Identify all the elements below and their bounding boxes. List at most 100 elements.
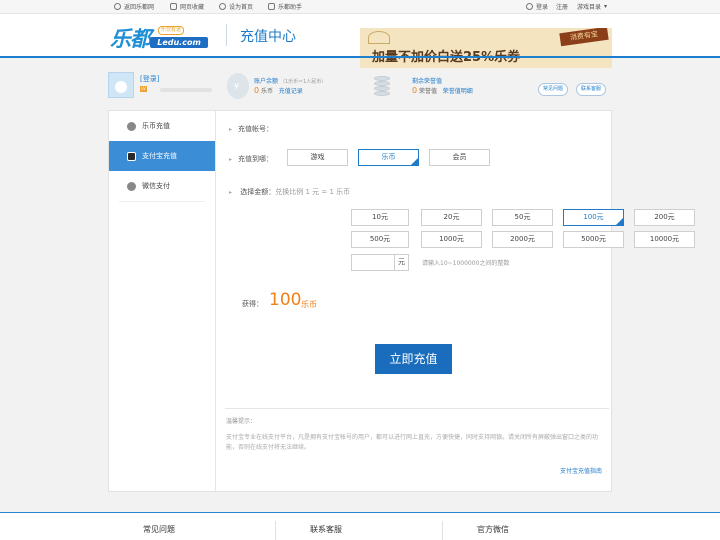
top-login-label: 登录 — [536, 4, 549, 11]
amount-option[interactable]: 5000元 — [563, 231, 624, 248]
honor-title: 剩余荣誉值 — [412, 78, 443, 85]
amount-option[interactable]: 500元 — [351, 231, 409, 248]
amount-option[interactable]: 20元 — [421, 209, 482, 226]
sidebar-item-label: 乐币充值 — [142, 122, 170, 130]
chevron-down-icon: ▾ — [604, 3, 608, 10]
amount-option[interactable]: 200元 — [634, 209, 695, 226]
balance-value: 0 — [254, 86, 260, 95]
sidebar-divider — [119, 201, 205, 202]
ledu-logo[interactable]: 乐都 乐饮有道 Ledu.com — [110, 22, 210, 52]
header: 乐都 乐饮有道 Ledu.com 加量不加价白送25%乐券 消费有宝 — [0, 14, 720, 68]
alipay-guide-link[interactable]: 支付宝充值指南 — [560, 466, 602, 475]
custom-amount-unit: 元 — [394, 255, 408, 270]
honor-unit: 荣誉值 — [419, 88, 438, 95]
target-option-ledu-coin[interactable]: 乐币 — [358, 149, 419, 166]
target-option-game[interactable]: 游戏 — [287, 149, 348, 166]
amount-option[interactable]: 10元 — [351, 209, 409, 226]
footer-faq[interactable]: 常见问题 — [143, 524, 175, 535]
promo-banner[interactable]: 加量不加价白送25%乐券 消费有宝 — [360, 28, 612, 68]
logo-tag: 乐饮有道 — [158, 26, 184, 35]
balance-title-text: 账户余额 — [254, 78, 279, 85]
amount-label: 选择金额：兑换比例 1 元 = 1 乐币 — [229, 187, 350, 197]
wallet-icon: ¥ — [227, 73, 249, 99]
balance-unit: 乐币 — [261, 88, 274, 95]
amount-label-text: 选择金额： — [240, 188, 276, 196]
page-title: 充值中心 — [240, 29, 296, 45]
bookmark-link[interactable]: 网页收藏 — [170, 2, 204, 11]
top-login-link[interactable]: 登录 — [526, 2, 548, 11]
target-option-member[interactable]: 会员 — [429, 149, 490, 166]
top-bar: 返回乐都网 网页收藏 设为首页 乐都助手 登录 注册 游戏目录 ▾ — [0, 0, 720, 14]
top-register-link[interactable]: 注册 — [556, 2, 568, 11]
user-info-bar: [登录] LV ¥ 账户余额 （1乐币＝1人民币） 0 乐币 充值记录 剩余荣誉… — [108, 68, 612, 108]
login-link[interactable]: [登录] — [140, 74, 159, 84]
honor-detail-link[interactable]: 荣誉值明细 — [443, 88, 473, 95]
payment-sidebar: 乐币充值 支付宝充值 微信支付 — [109, 111, 216, 491]
amount-option[interactable]: 1000元 — [421, 231, 482, 248]
sidebar-item-wechat[interactable]: 微信支付 — [109, 171, 215, 201]
recharge-form: 充值帐号： 充值到哪： 游戏 乐币 会员 选择金额：兑换比例 1 元 = 1 乐… — [217, 111, 695, 491]
top-register-label: 注册 — [556, 4, 569, 11]
honor-line: 0 荣誉值 荣誉值明细 — [412, 86, 473, 95]
balance-line: 0 乐币 充值记录 — [254, 86, 303, 95]
recharge-record-link[interactable]: 充值记录 — [279, 88, 303, 95]
bookmark-label: 网页收藏 — [180, 4, 205, 11]
footer-wechat[interactable]: 官方微信 — [477, 524, 509, 535]
set-homepage-link[interactable]: 设为首页 — [219, 2, 253, 11]
honor-value: 0 — [412, 86, 418, 95]
tips-divider — [225, 408, 609, 409]
contact-service-button[interactable]: 联系客服 — [576, 83, 607, 96]
target-label: 充值到哪： — [229, 154, 273, 164]
amount-option[interactable]: 50元 — [492, 209, 553, 226]
recharge-now-button[interactable]: 立即充值 — [375, 344, 452, 374]
level-progress-bar — [160, 88, 212, 92]
account-label: 充值帐号： — [229, 124, 273, 134]
logo-en-text: Ledu.com — [150, 37, 208, 48]
return-home-label: 返回乐都网 — [124, 4, 155, 11]
return-home-link[interactable]: 返回乐都网 — [114, 2, 154, 11]
amount-option[interactable]: 2000元 — [492, 231, 553, 248]
set-homepage-label: 设为首页 — [229, 4, 254, 11]
balance-note: （1乐币＝1人民币） — [279, 79, 327, 85]
alipay-shield-icon — [127, 151, 136, 161]
get-value: 100 — [269, 290, 302, 310]
footer: 常见问题 联系客服 官方微信 — [0, 513, 720, 540]
amount-option[interactable]: 10000元 — [634, 231, 695, 248]
footer-contact[interactable]: 联系客服 — [310, 524, 342, 535]
sidebar-item-label: 支付宝充值 — [142, 152, 177, 160]
user-icon — [526, 3, 533, 10]
wechat-icon — [127, 181, 136, 191]
footer-separator — [275, 521, 276, 540]
banner-badge: 消费有宝 — [559, 28, 609, 47]
balance-title: 账户余额 （1乐币＝1人民币） — [254, 76, 326, 85]
main-panel: 乐币充值 支付宝充值 微信支付 充值帐号： 充值到哪： 游戏 乐币 会员 选择金… — [108, 110, 695, 492]
coin-stack-icon — [374, 76, 390, 96]
amount-option-selected[interactable]: 100元 — [563, 209, 624, 226]
get-label: 获得： — [242, 300, 263, 308]
ratio-hint: 兑换比例 1 元 = 1 乐币 — [275, 188, 351, 196]
get-unit: 乐币 — [301, 300, 317, 309]
game-menu-label: 游戏目录 — [577, 4, 602, 11]
trophy-icon — [368, 31, 390, 44]
sidebar-item-ledu-coin[interactable]: 乐币充值 — [109, 111, 215, 141]
bookmark-icon — [170, 3, 177, 10]
custom-amount-field: 元 — [351, 254, 409, 271]
range-hint: 请输入10~1000000之间的整数 — [422, 260, 510, 267]
tips-body: 支付宝专业在线支付平台，凡是拥有支付宝帐号的用户，都可以进行网上直充，方便快捷，… — [226, 434, 599, 451]
header-divider — [226, 24, 227, 46]
level-badge: LV — [140, 86, 147, 92]
coin-icon — [127, 121, 136, 131]
home-icon — [219, 3, 226, 10]
faq-button[interactable]: 常见问题 — [538, 83, 569, 96]
logo-cn-text: 乐都 — [110, 27, 151, 51]
custom-amount-input[interactable] — [352, 255, 395, 270]
avatar — [108, 72, 134, 98]
tips-title: 温馨提示： — [226, 418, 257, 425]
location-icon — [114, 3, 121, 10]
header-underline — [0, 56, 720, 58]
game-menu-link[interactable]: 游戏目录 ▾ — [577, 2, 607, 11]
assistant-link[interactable]: 乐都助手 — [268, 2, 302, 11]
sidebar-item-alipay[interactable]: 支付宝充值 — [109, 141, 215, 171]
assistant-icon — [268, 3, 275, 10]
sidebar-item-label: 微信支付 — [142, 182, 170, 190]
